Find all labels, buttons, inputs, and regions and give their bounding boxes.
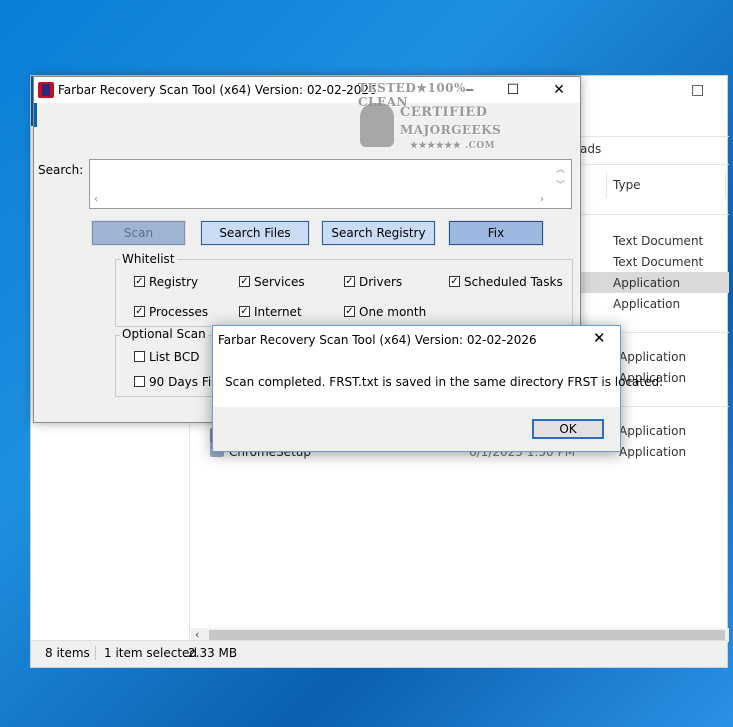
scroll-thumb[interactable] (209, 630, 725, 640)
search-input[interactable]: ︿ ﹀ ‹ › (89, 159, 572, 209)
row-type-1: Text Document (613, 234, 704, 248)
internet-label: Internet (254, 305, 302, 319)
ok-button[interactable]: OK (532, 419, 604, 439)
maximize-icon[interactable]: ☐ (490, 77, 536, 103)
majorgeeks-watermark: TESTED★100% CLEAN CERTIFIED MAJORGEEKS ★… (356, 79, 501, 159)
search-registry-button[interactable]: Search Registry (321, 220, 436, 246)
drivers-label: Drivers (359, 275, 403, 289)
90-days-files-checkbox[interactable] (134, 376, 145, 387)
dialog-title: Farbar Recovery Scan Tool (x64) Version:… (218, 333, 537, 347)
internet-checkbox[interactable]: ✓ (239, 306, 250, 317)
watermark-line3: MAJORGEEKS (400, 123, 502, 137)
watermark-line2: CERTIFIED (400, 105, 488, 120)
status-selected: 1 item selected (104, 646, 198, 660)
scheduled-tasks-label: Scheduled Tasks (464, 275, 563, 289)
optional-scan-label: Optional Scan (120, 327, 208, 341)
column-header-type[interactable]: Type (613, 178, 641, 192)
ribbon-divider (580, 136, 729, 137)
explorer-maximize-icon[interactable]: □ (691, 82, 704, 98)
row-type-5: Application (619, 350, 687, 364)
close-icon[interactable]: ✕ (536, 77, 582, 103)
explorer-close-area (649, 80, 729, 100)
column-separator (606, 172, 607, 198)
scroll-right-icon[interactable]: › (540, 194, 544, 205)
whitelist-label: Whitelist (120, 252, 177, 266)
scroll-left-icon[interactable]: ‹ (94, 194, 98, 205)
scan-button[interactable]: Scan (91, 220, 186, 246)
dialog-message: Scan completed. FRST.txt is saved in the… (225, 375, 663, 389)
drivers-checkbox[interactable]: ✓ (344, 276, 355, 287)
frst-left-accent (34, 103, 37, 127)
row-type-4: Application (613, 297, 681, 311)
nav-text: ads (580, 142, 602, 156)
ribbon-divider-2 (580, 164, 729, 165)
scan-complete-dialog: Farbar Recovery Scan Tool (x64) Version:… (212, 325, 663, 452)
nav-pane-divider (189, 421, 190, 641)
registry-checkbox[interactable]: ✓ (134, 276, 145, 287)
row-type-8: Application (619, 445, 687, 459)
dialog-footer: OK (213, 407, 620, 451)
processes-label: Processes (149, 305, 209, 319)
scheduled-tasks-checkbox[interactable]: ✓ (449, 276, 460, 287)
status-separator (95, 646, 96, 660)
status-size: 2.33 MB (188, 646, 238, 660)
services-label: Services (254, 275, 305, 289)
fix-button[interactable]: Fix (448, 220, 544, 246)
row-type-3: Application (613, 276, 681, 290)
scroll-up-icon[interactable]: ︿ (556, 162, 565, 175)
one-month-checkbox[interactable]: ✓ (344, 306, 355, 317)
list-bcd-label: List BCD (149, 350, 200, 364)
frst-app-icon (38, 82, 54, 98)
row-type-2: Text Document (613, 255, 704, 269)
frst-title: Farbar Recovery Scan Tool (x64) Version:… (58, 83, 377, 97)
one-month-label: One month (359, 305, 427, 319)
list-bcd-checkbox[interactable] (134, 351, 145, 362)
search-files-button[interactable]: Search Files (200, 220, 310, 246)
status-bar: 8 items 1 item selected 2.33 MB (31, 640, 727, 667)
services-checkbox[interactable]: ✓ (239, 276, 250, 287)
header-divider (580, 214, 729, 215)
scroll-down-icon[interactable]: ﹀ (556, 178, 565, 191)
registry-label: Registry (149, 275, 199, 289)
row-type-7: Application (619, 424, 687, 438)
search-label: Search: (38, 163, 84, 177)
watermark-line4: ★★★★★★ .COM (410, 141, 496, 151)
column-separator-2 (725, 172, 726, 198)
dialog-close-icon[interactable]: ✕ (593, 329, 606, 347)
processes-checkbox[interactable]: ✓ (134, 306, 145, 317)
status-item-count: 8 items (45, 646, 90, 660)
watermark-mascot-icon (360, 103, 394, 147)
frst-titlebar[interactable]: Farbar Recovery Scan Tool (x64) Version:… (34, 77, 580, 103)
